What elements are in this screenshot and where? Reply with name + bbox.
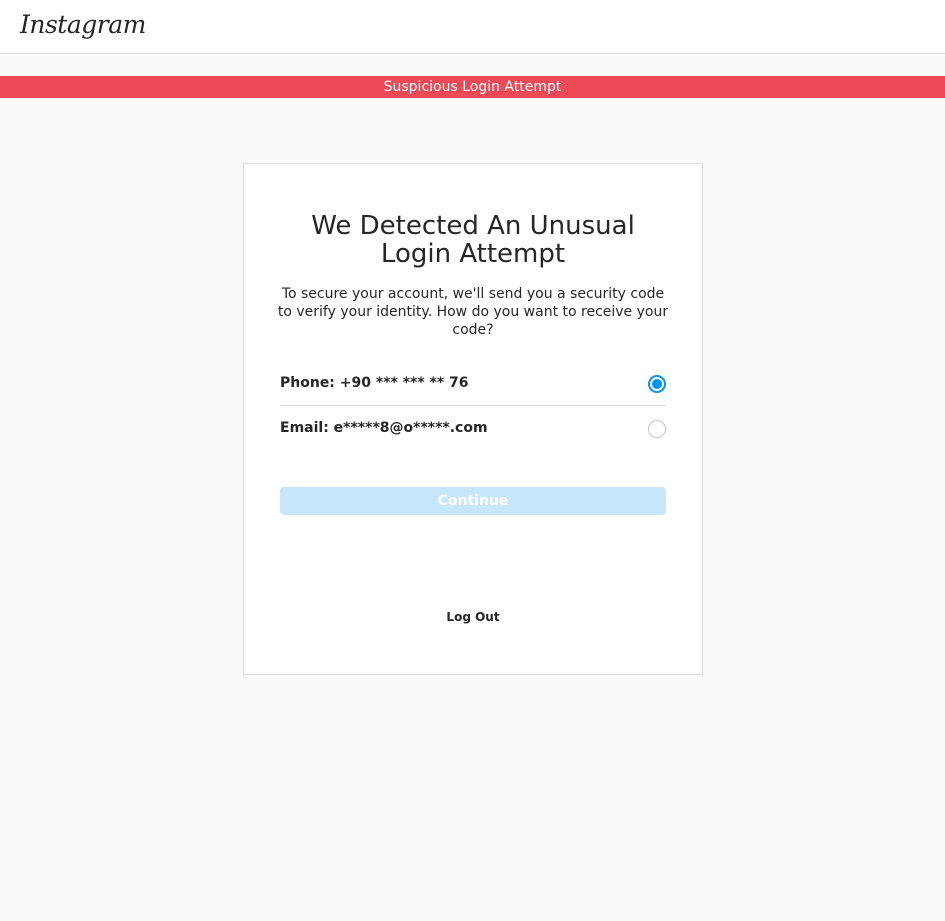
instagram-logo[interactable]: Instagram <box>20 10 146 39</box>
email-option-label: Email: e*****8@o*****.com <box>280 420 488 436</box>
verification-description: To secure your account, we'll send you a… <box>277 286 669 338</box>
top-navigation-bar: Instagram <box>0 0 945 54</box>
page-title: We Detected An Unusual Login Attempt <box>311 211 635 269</box>
email-option[interactable]: Email: e*****8@o*****.com <box>280 407 666 451</box>
email-radio-button[interactable] <box>648 420 666 438</box>
phone-option[interactable]: Phone: +90 *** *** ** 76 <box>280 362 666 406</box>
verification-card: We Detected An Unusual Login Attempt To … <box>243 163 703 675</box>
continue-button[interactable]: Continue <box>280 487 666 515</box>
phone-option-label: Phone: +90 *** *** ** 76 <box>280 375 469 391</box>
suspicious-login-banner: Suspicious Login Attempt <box>0 76 945 98</box>
log-out-link[interactable]: Log Out <box>244 610 702 624</box>
phone-radio-button[interactable] <box>648 375 666 393</box>
